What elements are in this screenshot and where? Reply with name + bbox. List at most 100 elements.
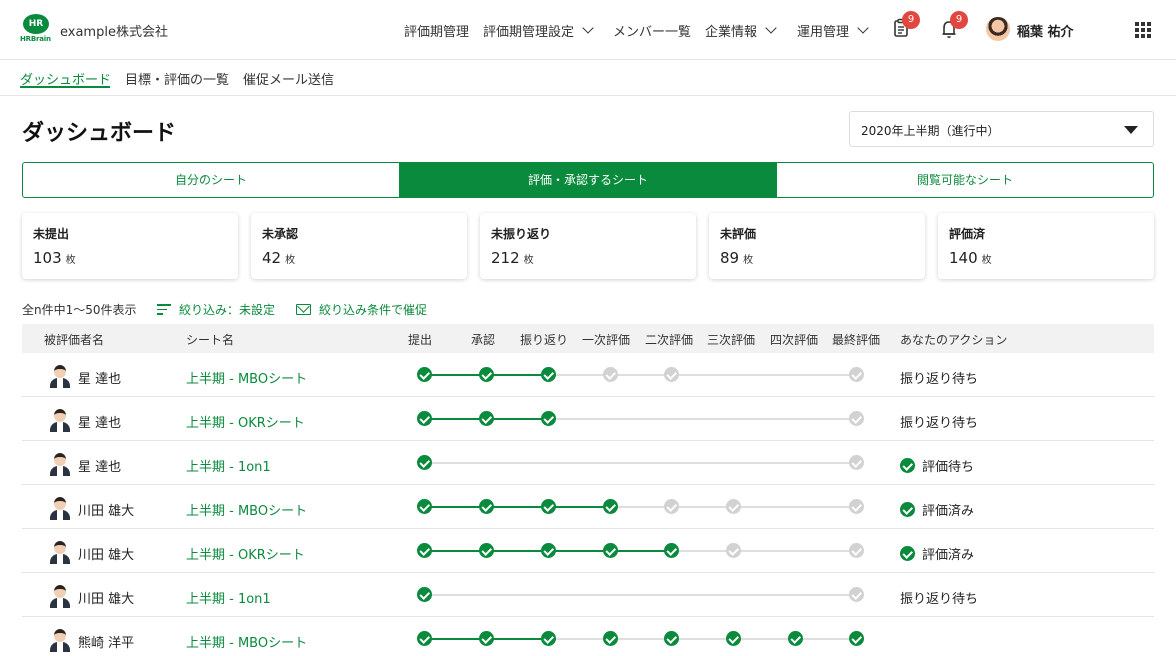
table-row[interactable]: 星 達也 上半期 - 1on1 評価待ち <box>22 441 1154 485</box>
card-label: 評価済 <box>949 227 986 241</box>
column-header-step: 提出 <box>408 333 433 347</box>
step-done-icon <box>788 631 803 646</box>
period-select[interactable]: 2020年上半期（進行中） <box>849 111 1154 147</box>
column-header-sheet[interactable]: シート名 <box>186 331 234 348</box>
summary-card-unsubmitted[interactable]: 未提出 103 枚 <box>22 213 238 279</box>
nav-label: 運用管理 <box>797 24 850 40</box>
card-label: 未承認 <box>262 227 299 241</box>
step-done-icon <box>417 587 432 602</box>
nav-company-info[interactable]: 企業情報 <box>705 20 777 40</box>
step-done-icon <box>417 455 432 470</box>
table-header: 被評価者名 シート名 提出 承認 振り返り 一次評価 二次評価 三次評価 四次評… <box>22 324 1154 353</box>
sheet-link[interactable]: 上半期 - MBOシート <box>186 368 307 387</box>
step-todo-icon <box>849 587 864 602</box>
table-row[interactable]: 熊崎 洋平 上半期 - MBOシート <box>22 617 1154 656</box>
column-header-evaluatee[interactable]: 被評価者名 <box>44 331 104 348</box>
step-done-icon <box>479 367 494 382</box>
table-row[interactable]: 川田 雄大 上半期 - OKRシート 評価済み <box>22 529 1154 573</box>
step-done-icon <box>479 543 494 558</box>
action-label: 評価済み <box>922 504 975 519</box>
progress-track <box>424 462 856 464</box>
tab-viewable-sheets[interactable]: 閲覧可能なシート <box>777 163 1153 197</box>
evaluatee-avatar <box>49 496 71 520</box>
sheet-link[interactable]: 上半期 - OKRシート <box>186 412 305 431</box>
evaluatee-name[interactable]: 川田 雄大 <box>78 500 134 519</box>
evaluatee-name[interactable]: 熊崎 洋平 <box>78 632 134 651</box>
subnav-goals-list[interactable]: 目標・評価の一覧 <box>125 69 229 88</box>
nav-evaluation-settings[interactable]: 評価期管理設定 <box>483 20 594 40</box>
action-label: 振り返り待ち <box>900 372 979 387</box>
subnav-reminder-mail[interactable]: 催促メール送信 <box>243 69 334 88</box>
table-row[interactable]: 星 達也 上半期 - OKRシート 振り返り待ち <box>22 397 1154 441</box>
user-name[interactable]: 稲葉 祐介 <box>1017 21 1074 40</box>
your-action: 振り返り待ち <box>900 368 978 387</box>
evaluatee-name[interactable]: 川田 雄大 <box>78 544 134 563</box>
step-todo-icon <box>664 499 679 514</box>
nav-label: メンバー一覧 <box>613 24 692 40</box>
chevron-down-icon <box>857 21 869 34</box>
remind-filtered-button[interactable]: 絞り込み条件で催促 <box>296 301 427 318</box>
summary-card-unevaluated[interactable]: 未評価 89 枚 <box>709 213 925 279</box>
evaluatee-name[interactable]: 星 達也 <box>78 368 121 387</box>
table-row[interactable]: 星 達也 上半期 - MBOシート 振り返り待ち <box>22 353 1154 397</box>
nav-operations[interactable]: 運用管理 <box>797 20 869 40</box>
step-done-icon <box>479 411 494 426</box>
step-done-icon <box>603 631 618 646</box>
step-todo-icon <box>849 499 864 514</box>
nav-evaluation-period[interactable]: 評価期管理 <box>404 20 469 40</box>
hrbrain-logo[interactable]: HR HRBrain <box>20 14 54 46</box>
action-label: 評価待ち <box>922 460 975 475</box>
table-row[interactable]: 川田 雄大 上半期 - MBOシート 評価済み <box>22 485 1154 529</box>
summary-card-unreflected[interactable]: 未振り返り 212 枚 <box>480 213 696 279</box>
table-row[interactable]: 川田 雄大 上半期 - 1on1 振り返り待ち <box>22 573 1154 617</box>
your-action: 振り返り待ち <box>900 412 978 431</box>
tab-my-sheets[interactable]: 自分のシート <box>23 163 400 197</box>
user-avatar[interactable] <box>986 17 1010 41</box>
notifications-badge: 9 <box>950 11 968 29</box>
tasks-button[interactable]: 9 <box>892 11 920 42</box>
check-circle-icon <box>900 546 915 561</box>
app-grid-icon[interactable] <box>1135 22 1151 38</box>
tasks-badge: 9 <box>902 11 920 29</box>
logo-mark: HR <box>23 14 49 34</box>
step-todo-icon <box>603 367 618 382</box>
filter-icon <box>157 304 171 315</box>
tab-sheets-to-evaluate[interactable]: 評価・承認するシート <box>400 163 777 197</box>
step-done-icon <box>726 631 741 646</box>
evaluatee-name[interactable]: 星 達也 <box>78 456 121 475</box>
card-label: 未振り返り <box>491 227 552 241</box>
step-done-icon <box>479 631 494 646</box>
logo-wordmark: HRBrain <box>20 35 51 43</box>
chevron-down-icon <box>765 21 777 34</box>
sheet-link[interactable]: 上半期 - MBOシート <box>186 500 307 519</box>
sheet-link[interactable]: 上半期 - OKRシート <box>186 544 305 563</box>
company-name: example株式会社 <box>60 25 168 40</box>
step-done-icon <box>541 411 556 426</box>
column-header-step: 二次評価 <box>645 333 694 347</box>
check-circle-icon <box>900 458 915 473</box>
action-label: 評価済み <box>922 548 975 563</box>
action-label: 振り返り待ち <box>900 416 979 431</box>
column-header-step: 最終評価 <box>832 333 881 347</box>
summary-card-unapproved[interactable]: 未承認 42 枚 <box>251 213 467 279</box>
evaluatee-avatar <box>49 408 71 432</box>
sheet-link[interactable]: 上半期 - 1on1 <box>186 588 271 607</box>
nav-members[interactable]: メンバー一覧 <box>613 20 691 40</box>
step-done-icon <box>664 543 679 558</box>
step-todo-icon <box>849 367 864 382</box>
evaluatee-name[interactable]: 川田 雄大 <box>78 588 134 607</box>
evaluatee-name[interactable]: 星 達也 <box>78 412 121 431</box>
step-done-icon <box>417 411 432 426</box>
sheet-link[interactable]: 上半期 - 1on1 <box>186 456 271 475</box>
sheet-link[interactable]: 上半期 - MBOシート <box>186 632 307 651</box>
card-value: 212 枚 <box>491 249 534 267</box>
filter-button[interactable]: 絞り込み：未設定 <box>157 301 275 318</box>
card-value: 140 枚 <box>949 249 992 267</box>
step-done-icon <box>417 367 432 382</box>
summary-card-evaluated[interactable]: 評価済 140 枚 <box>938 213 1154 279</box>
step-todo-icon <box>849 411 864 426</box>
notifications-button[interactable]: 9 <box>940 11 968 42</box>
your-action: 振り返り待ち <box>900 588 978 607</box>
step-done-icon <box>417 499 432 514</box>
step-todo-icon <box>849 455 864 470</box>
